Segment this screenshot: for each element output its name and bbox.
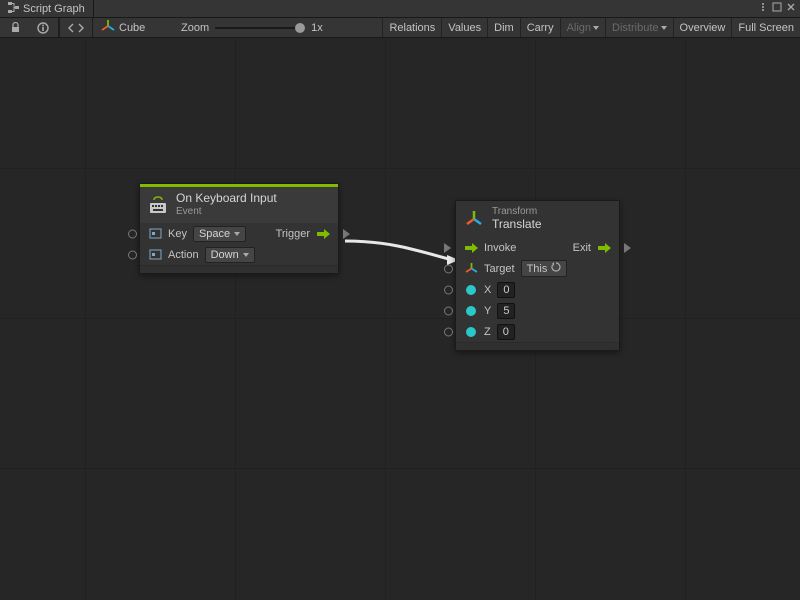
row-y: Y 5 [456,300,619,321]
enum-icon [148,227,162,241]
float-icon [464,304,478,318]
node-subtitle: Event [176,206,277,218]
exit-label: Exit [573,242,591,254]
key-label: Key [168,228,187,240]
float-icon [464,325,478,339]
target-label: Target [484,263,515,275]
kebab-menu-icon[interactable] [758,2,768,15]
z-field[interactable]: 0 [497,324,515,340]
reload-icon [551,262,561,275]
tab-title: Script Graph [23,3,85,15]
toolbar-item-full-screen[interactable]: Full Screen [731,18,800,37]
toolbar-item-values[interactable]: Values [441,18,487,37]
toolbar-item-relations[interactable]: Relations [382,18,441,37]
y-field[interactable]: 5 [497,303,515,319]
node-on-keyboard-input[interactable]: On Keyboard Input Event Key Space Trigge… [139,183,339,274]
flow-arrow-icon [464,242,478,254]
zoom-value: 1x [311,22,323,34]
canvas-grid [0,38,800,600]
node-footer [456,342,619,350]
trigger-label: Trigger [276,228,310,240]
row-z: Z 0 [456,321,619,342]
tab-script-graph[interactable]: Script Graph [0,0,94,17]
info-button[interactable] [32,18,54,37]
node-footer [140,265,338,273]
node-header[interactable]: On Keyboard Input Event [140,187,338,223]
z-label: Z [484,326,491,338]
toolbar: Cube Zoom 1x RelationsValuesDimCarryAlig… [0,18,800,38]
close-icon[interactable] [786,2,796,15]
row-invoke: Invoke Exit [456,237,619,258]
input-port-invoke[interactable] [444,243,451,253]
tab-bar-fill [94,0,800,17]
row-action: Action Down [140,244,338,265]
x-field[interactable]: 0 [497,282,515,298]
input-port-x[interactable] [444,285,453,294]
zoom-label: Zoom [181,22,209,34]
flow-arrow-icon [597,242,611,254]
output-port-exit[interactable] [624,243,631,253]
input-port-target[interactable] [444,264,453,273]
row-key: Key Space Trigger [140,223,338,244]
node-title: Translate [492,218,542,232]
transform-icon [464,209,484,229]
input-port-action[interactable] [128,250,137,259]
transform-mini-icon [464,262,478,276]
toolbar-item-dim[interactable]: Dim [487,18,520,37]
target-field[interactable]: This [521,260,568,277]
transform-icon [101,19,115,36]
node-overtitle: Transform [492,206,542,218]
invoke-label: Invoke [484,242,516,254]
breadcrumb[interactable]: Cube [93,18,173,37]
graph-canvas[interactable]: On Keyboard Input Event Key Space Trigge… [0,38,800,600]
maximize-icon[interactable] [772,2,782,15]
script-graph-icon [8,2,19,16]
row-x: X 0 [456,279,619,300]
zoom-slider[interactable] [215,27,305,29]
float-icon [464,283,478,297]
flow-arrow-icon [316,228,330,240]
node-title: On Keyboard Input [176,192,277,206]
output-port-trigger[interactable] [343,229,350,239]
action-dropdown[interactable]: Down [205,247,255,263]
input-port-z[interactable] [444,327,453,336]
key-dropdown[interactable]: Space [193,226,246,242]
keyboard-icon [148,195,168,215]
lock-button[interactable] [4,18,26,37]
enum-icon [148,248,162,262]
row-target: Target This [456,258,619,279]
toolbar-item-distribute: Distribute [605,18,672,37]
y-label: Y [484,305,491,317]
x-label: X [484,284,491,296]
toolbar-item-carry[interactable]: Carry [520,18,560,37]
zoom-control: Zoom 1x [173,18,331,37]
input-port-y[interactable] [444,306,453,315]
toolbar-item-align: Align [560,18,605,37]
tab-bar: Script Graph [0,0,800,18]
code-button[interactable] [60,18,92,37]
node-transform-translate[interactable]: Transform Translate Invoke Exit [455,200,620,351]
action-label: Action [168,249,199,261]
breadcrumb-label: Cube [119,22,145,34]
input-port-key[interactable] [128,229,137,238]
toolbar-item-overview[interactable]: Overview [673,18,732,37]
node-header[interactable]: Transform Translate [456,201,619,237]
